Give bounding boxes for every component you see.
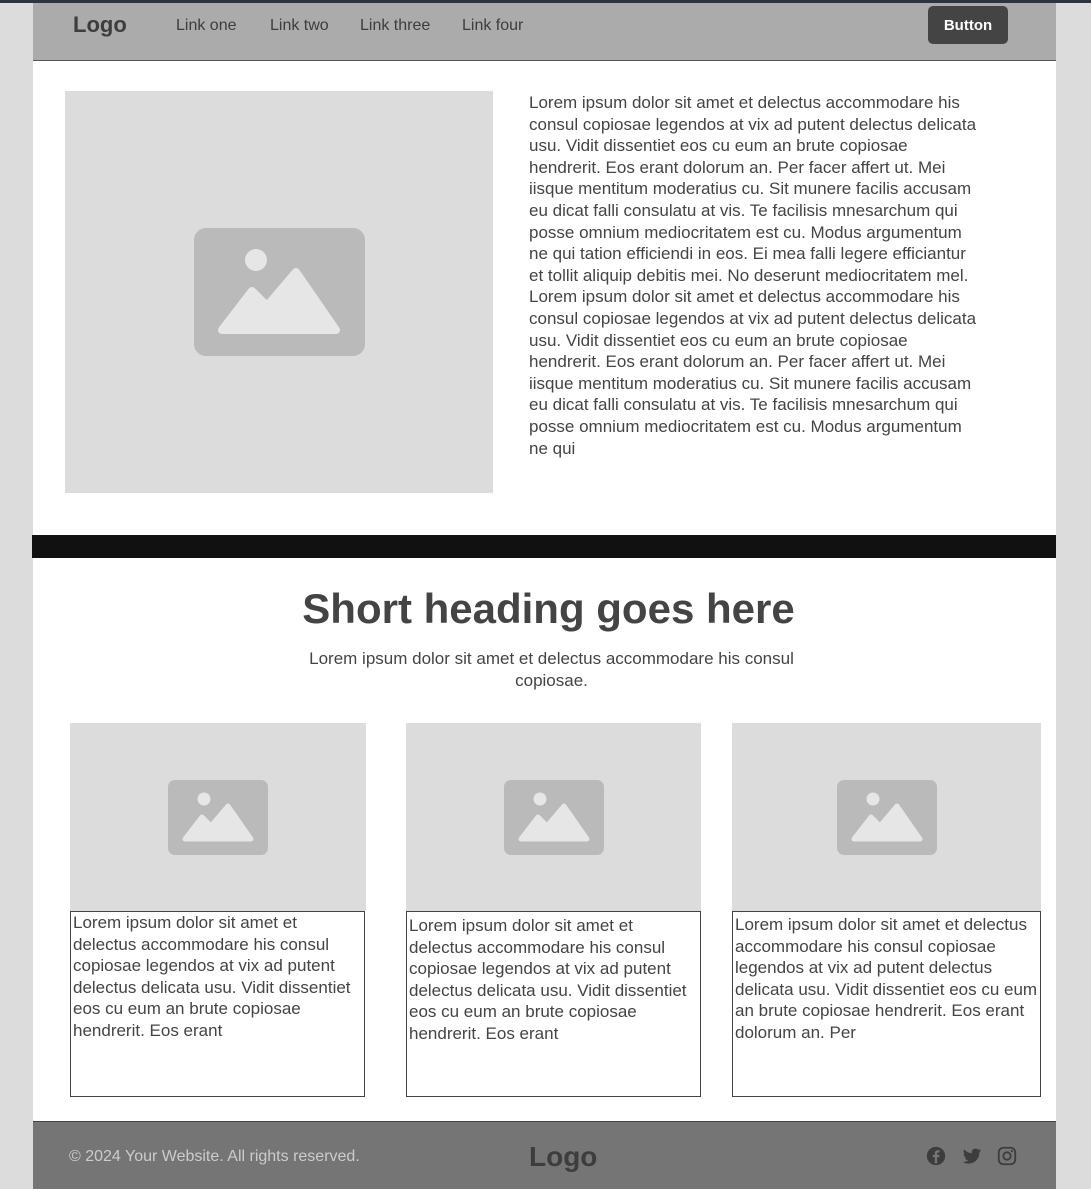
card-image [406, 723, 701, 911]
hero-text: Lorem ipsum dolor sit amet et delectus a… [529, 93, 977, 458]
site-header: Logo Link one Link two Link three Link f… [33, 3, 1056, 61]
card-image [70, 723, 366, 911]
card-body: Lorem ipsum dolor sit amet et delectus a… [406, 911, 701, 1097]
nav-link-three[interactable]: Link three [360, 17, 430, 35]
site-footer: © 2024 Your Website. All rights reserved… [33, 1121, 1056, 1189]
nav-link-two[interactable]: Link two [270, 17, 329, 35]
hero-image [65, 91, 493, 493]
section-heading: Short heading goes here [302, 585, 795, 632]
page: Logo Link one Link two Link three Link f… [32, 3, 1056, 1189]
copyright-text: © 2024 Your Website. All rights reserved… [69, 1148, 360, 1165]
card-text: Lorem ipsum dolor sit amet et delectus a… [409, 916, 687, 1043]
section-subheading: Lorem ipsum dolor sit amet et delectus a… [309, 649, 794, 690]
header-button[interactable]: Button [928, 6, 1008, 44]
card-image [732, 723, 1041, 911]
facebook-icon[interactable] [925, 1145, 947, 1167]
card-body: Lorem ipsum dolor sit amet et delectus a… [70, 911, 365, 1097]
twitter-icon[interactable] [961, 1145, 983, 1167]
section-divider [32, 535, 1056, 558]
footer-logo[interactable]: Logo [529, 1141, 597, 1173]
image-placeholder-icon [168, 779, 268, 855]
nav-link-one[interactable]: Link one [176, 17, 237, 35]
card-text: Lorem ipsum dolor sit amet et delectus a… [735, 915, 1038, 1042]
image-placeholder-icon [193, 228, 365, 356]
image-placeholder-icon [836, 779, 937, 855]
card-text: Lorem ipsum dolor sit amet et delectus a… [73, 913, 351, 1040]
card-body: Lorem ipsum dolor sit amet et delectus a… [732, 911, 1041, 1097]
image-placeholder-icon [503, 779, 604, 855]
nav-link-four[interactable]: Link four [462, 17, 523, 35]
header-logo[interactable]: Logo [73, 12, 127, 38]
instagram-icon[interactable] [996, 1145, 1018, 1167]
